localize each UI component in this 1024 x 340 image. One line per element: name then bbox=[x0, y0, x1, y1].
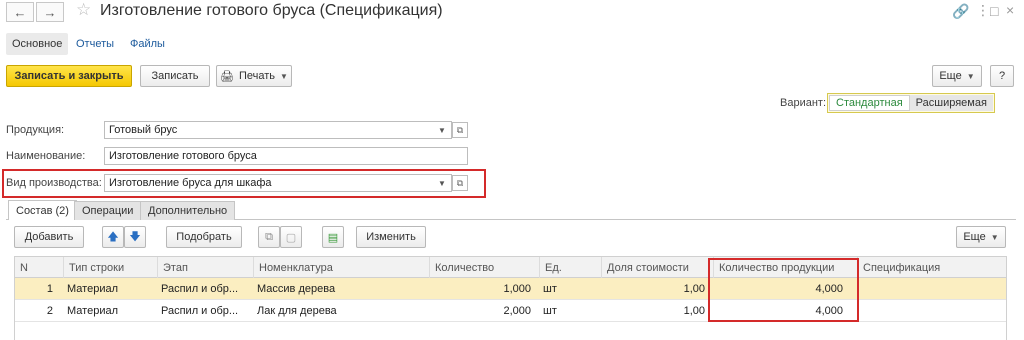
cell-n: 2 bbox=[46, 305, 53, 317]
cell-quantity: 2,000 bbox=[503, 305, 531, 317]
arrow-down-icon[interactable]: 🡇 bbox=[124, 226, 146, 248]
arrow-left-icon: ← bbox=[13, 4, 27, 20]
fill-check-icon[interactable]: ▤ bbox=[322, 226, 344, 248]
change-button[interactable]: Изменить bbox=[356, 226, 426, 248]
cell-row-type: Материал bbox=[67, 283, 118, 295]
save-and-close-button[interactable]: Записать и закрыть bbox=[6, 65, 132, 87]
col-stage[interactable]: Этап bbox=[157, 257, 251, 279]
table-more-button[interactable]: Еще ▼ bbox=[956, 226, 1006, 248]
print-label: Печать bbox=[239, 70, 276, 82]
arrow-right-icon: → bbox=[43, 4, 57, 20]
tab-additional[interactable]: Дополнительно bbox=[140, 201, 236, 220]
tab-composition[interactable]: Состав (2) bbox=[8, 200, 77, 220]
tab-files[interactable]: Файлы bbox=[124, 33, 171, 55]
variant-standard-option[interactable]: Стандартная bbox=[829, 95, 910, 111]
col-nomenclature[interactable]: Номенклатура bbox=[253, 257, 427, 279]
window-title: Изготовление готового бруса (Спецификаци… bbox=[100, 2, 443, 19]
copy-icon[interactable]: ⧉ bbox=[258, 226, 280, 248]
pick-button[interactable]: Подобрать bbox=[166, 226, 242, 248]
more-button[interactable]: Еще ▼ bbox=[932, 65, 982, 87]
cell-unit: шт bbox=[543, 305, 557, 317]
printer-icon: 🖨 bbox=[220, 70, 234, 83]
cell-row-type: Материал bbox=[67, 305, 118, 317]
col-cost-share[interactable]: Доля стоимости bbox=[601, 257, 711, 279]
back-button[interactable]: ← bbox=[6, 2, 34, 22]
cell-nomenclature: Массив дерева bbox=[257, 283, 336, 295]
print-button[interactable]: 🖨 Печать ▼ bbox=[216, 65, 292, 87]
cell-stage: Распил и обр... bbox=[161, 305, 239, 317]
col-quantity[interactable]: Количество bbox=[429, 257, 537, 279]
table-right-border bbox=[1006, 278, 1007, 340]
product-value: Готовый брус bbox=[109, 124, 178, 136]
variant-switch: Стандартная Расширяемая bbox=[827, 93, 995, 113]
tab-operations[interactable]: Операции bbox=[74, 201, 142, 220]
col-specification[interactable]: Спецификация bbox=[857, 257, 1007, 279]
arrow-up-icon[interactable]: 🡅 bbox=[102, 226, 124, 248]
variant-extended-option[interactable]: Расширяемая bbox=[909, 95, 993, 111]
paste-icon[interactable]: ▢ bbox=[280, 226, 302, 248]
col-unit[interactable]: Ед. bbox=[539, 257, 599, 279]
cell-nomenclature: Лак для дерева bbox=[257, 305, 337, 317]
cell-specification bbox=[856, 278, 1006, 300]
tab-reports[interactable]: Отчеты bbox=[70, 33, 120, 55]
dropdown-icon[interactable]: ▼ bbox=[434, 122, 450, 138]
more-vertical-icon[interactable]: ⋮ bbox=[976, 2, 990, 19]
chevron-down-icon: ▼ bbox=[280, 71, 288, 81]
forward-button[interactable]: → bbox=[36, 2, 64, 22]
close-icon[interactable]: × bbox=[1006, 2, 1014, 18]
open-product-icon[interactable]: ⧉ bbox=[452, 122, 468, 138]
variant-label: Вариант: bbox=[780, 97, 827, 109]
cell-stage: Распил и обр... bbox=[161, 283, 239, 295]
cell-unit: шт bbox=[543, 283, 557, 295]
cell-cost-share: 1,00 bbox=[683, 283, 705, 295]
chevron-down-icon: ▼ bbox=[990, 232, 999, 242]
save-button[interactable]: Записать bbox=[140, 65, 210, 87]
add-button[interactable]: Добавить bbox=[14, 226, 84, 248]
maximize-icon[interactable]: □ bbox=[990, 3, 998, 19]
name-field[interactable]: Изготовление готового бруса bbox=[104, 147, 468, 165]
help-button[interactable]: ? bbox=[990, 65, 1014, 87]
highlight-product-quantity bbox=[708, 258, 859, 322]
product-label: Продукция: bbox=[6, 124, 65, 136]
cell-specification bbox=[856, 300, 1006, 322]
cell-quantity: 1,000 bbox=[503, 283, 531, 295]
highlight-production-type bbox=[2, 169, 486, 198]
col-n[interactable]: N bbox=[15, 257, 55, 279]
cell-cost-share: 1,00 bbox=[683, 305, 705, 317]
name-value: Изготовление готового бруса bbox=[109, 150, 257, 162]
favorite-star-icon[interactable]: ☆ bbox=[76, 0, 91, 20]
table-more-label: Еще bbox=[963, 231, 986, 243]
tab-main[interactable]: Основное bbox=[6, 33, 69, 55]
table-left-border bbox=[14, 278, 15, 340]
cell-n: 1 bbox=[46, 283, 53, 295]
more-label: Еще bbox=[939, 70, 962, 82]
name-label: Наименование: bbox=[6, 150, 86, 162]
col-row-type[interactable]: Тип строки bbox=[63, 257, 155, 279]
product-field[interactable]: Готовый брус ▼ bbox=[104, 121, 452, 139]
link-icon[interactable]: 🔗 bbox=[952, 3, 969, 20]
chevron-down-icon: ▼ bbox=[966, 71, 975, 81]
